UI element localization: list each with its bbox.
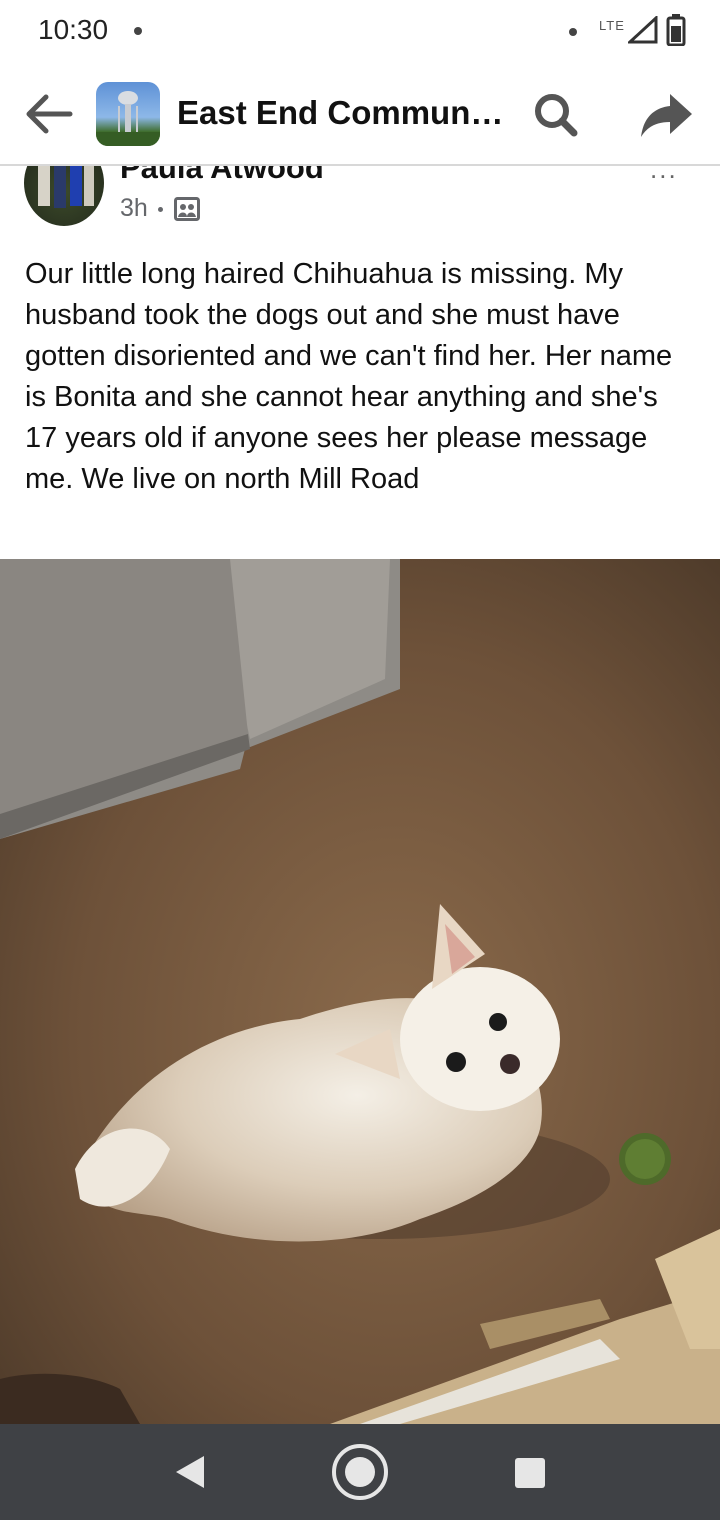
- search-icon[interactable]: [531, 90, 581, 140]
- group-members-icon: [174, 197, 200, 221]
- back-arrow-icon[interactable]: [22, 92, 74, 136]
- separator-dot: [158, 207, 163, 212]
- nav-home-icon[interactable]: [330, 1442, 390, 1502]
- author-avatar[interactable]: [24, 166, 104, 226]
- group-title[interactable]: East End Communit...: [177, 94, 507, 132]
- status-dot-icon: [569, 28, 577, 36]
- post-text: Our little long haired Chihuahua is miss…: [25, 258, 673, 495]
- post-photo[interactable]: [0, 559, 720, 1424]
- screen: 10:30 LTE East End Communit... Paula Atw…: [0, 0, 720, 1520]
- status-time: 10:30: [38, 14, 109, 45]
- share-icon[interactable]: [638, 90, 694, 140]
- notification-dot-icon: [134, 27, 142, 35]
- navigation-bar: [0, 1424, 720, 1520]
- group-avatar[interactable]: [96, 82, 160, 146]
- nav-back-icon[interactable]: [168, 1452, 212, 1492]
- signal-icon: [628, 16, 658, 44]
- status-bar: 10:30 LTE: [0, 0, 720, 64]
- battery-icon: [666, 14, 686, 46]
- dog-photo-illustration: [0, 559, 720, 1424]
- water-tower-icon: [96, 91, 160, 146]
- avatar-photo-icon: [38, 166, 94, 208]
- post-timestamp[interactable]: 3h: [120, 194, 148, 223]
- post-header: Paula Atwood ... 3h: [0, 166, 720, 236]
- more-options-icon[interactable]: ...: [650, 166, 678, 185]
- network-type: LTE: [599, 18, 625, 33]
- nav-recents-icon[interactable]: [513, 1456, 547, 1490]
- author-name[interactable]: Paula Atwood: [120, 166, 324, 186]
- app-header: East End Communit...: [0, 64, 720, 166]
